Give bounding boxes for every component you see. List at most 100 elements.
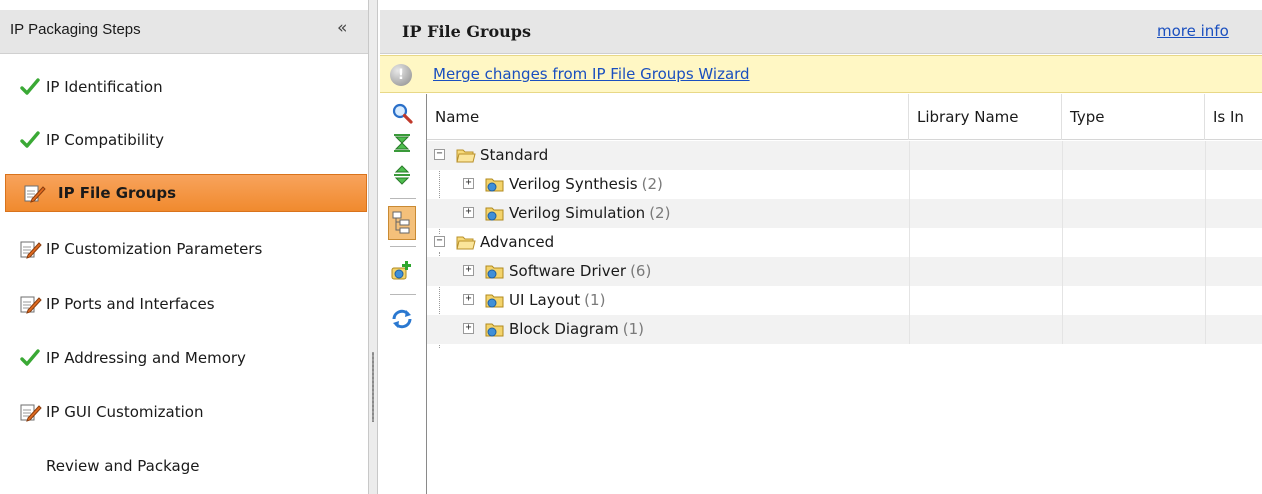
cell-separator [1062,315,1063,344]
step-ip-customization-parameters[interactable]: IP Customization Parameters [4,229,364,269]
node-count: (2) [649,204,671,222]
collapse-node-icon[interactable]: − [434,236,445,247]
column-header-library-name[interactable]: Library Name [909,94,1062,140]
checkmark-icon [20,130,40,150]
group-view-icon [392,211,410,234]
column-header-type[interactable]: Type [1062,94,1205,140]
cell-separator [909,228,910,257]
file-groups-header: IP File Groups more info [380,10,1262,54]
step-label: IP Customization Parameters [46,240,263,258]
cell-separator [1062,170,1063,199]
expand-node-icon[interactable]: + [463,323,474,334]
step-ip-addressing-and-memory[interactable]: IP Addressing and Memory [4,338,364,378]
tree-row[interactable]: + Verilog Synthesis (2) [427,170,1262,199]
step-ip-compatibility[interactable]: IP Compatibility [4,120,364,160]
toolbar-separator [390,294,416,295]
step-label: IP Identification [46,78,163,96]
panel-splitter[interactable] [368,0,378,494]
cell-separator [1205,199,1206,228]
node-name: Advanced [480,233,555,251]
collapse-panel-icon[interactable]: « [337,18,347,38]
search-button[interactable] [388,100,416,126]
group-view-button[interactable] [388,206,416,240]
add-file-group-button[interactable] [388,254,416,288]
tree-row[interactable]: − Standard [427,141,1262,170]
file-groups-table: Name Library Name Type Is In − Standard + V… [426,94,1262,494]
expand-node-icon[interactable]: + [463,178,474,189]
step-label: Review and Package [46,457,200,475]
cell-separator [909,141,910,170]
edit-pencil-icon [20,239,42,259]
node-name: Verilog Simulation [509,204,646,222]
open-folder-icon [456,234,476,251]
add-file-group-icon [391,261,411,280]
ip-file-groups-panel: IP File Groups more info ! Merge changes… [380,10,1262,494]
cell-separator [1062,228,1063,257]
toolbar-separator [390,198,416,199]
cell-separator [1205,170,1206,199]
tree-row[interactable]: + Verilog Simulation (2) [427,199,1262,228]
cell-separator [1062,141,1063,170]
steps-panel-header: IP Packaging Steps « [0,10,370,54]
collapse-all-button[interactable] [388,130,416,156]
info-icon: ! [390,64,412,86]
splitter-grip-icon[interactable] [372,352,374,422]
cell-separator [909,257,910,286]
checkmark-icon [20,77,40,97]
tree-node-label: Advanced [480,228,554,257]
edit-pencil-icon [20,402,42,422]
edit-pencil-icon [24,183,46,203]
cell-separator [1062,286,1063,315]
tree-row[interactable]: + Software Driver (6) [427,257,1262,286]
file-group-icon [485,205,505,222]
refresh-button[interactable] [388,302,416,336]
cell-separator [1205,286,1206,315]
steps-panel-title: IP Packaging Steps [10,21,141,38]
tree-node-label: Software Driver (6) [509,257,651,286]
step-label: IP Addressing and Memory [46,349,246,367]
node-name: Block Diagram [509,320,619,338]
toolbar-separator [390,246,416,247]
merge-changes-banner: ! Merge changes from IP File Groups Wiza… [380,55,1262,93]
step-ip-identification[interactable]: IP Identification [4,67,364,107]
tree-row[interactable]: + Block Diagram (1) [427,315,1262,344]
open-folder-icon [456,147,476,164]
file-group-icon [485,176,505,193]
merge-changes-link[interactable]: Merge changes from IP File Groups Wizard [433,65,750,83]
node-name: Software Driver [509,262,627,280]
table-header: Name Library Name Type Is In [427,94,1262,140]
step-review-and-package[interactable]: Review and Package [4,446,364,486]
more-info-link[interactable]: more info [1157,22,1229,40]
expand-node-icon[interactable]: + [463,294,474,305]
step-ip-gui-customization[interactable]: IP GUI Customization [4,392,364,432]
cell-separator [909,315,910,344]
file-group-icon [485,292,505,309]
file-group-icon [485,263,505,280]
step-ip-file-groups[interactable]: IP File Groups [5,174,367,212]
expand-all-button[interactable] [388,162,416,188]
node-count: (1) [622,320,644,338]
file-groups-toolbar [384,100,422,494]
node-count: (2) [641,175,663,193]
node-name: Standard [480,146,549,164]
column-header-name[interactable]: Name [427,94,909,140]
step-label: IP Ports and Interfaces [46,295,215,313]
tree-row[interactable]: + UI Layout (1) [427,286,1262,315]
tree-node-label: Verilog Synthesis (2) [509,170,663,199]
column-header-is-included[interactable]: Is In [1205,94,1262,140]
step-ip-ports-and-interfaces[interactable]: IP Ports and Interfaces [4,284,364,324]
expand-node-icon[interactable]: + [463,265,474,276]
edit-pencil-icon [20,294,42,314]
cell-separator [909,199,910,228]
node-count: (1) [584,291,606,309]
cell-separator [1205,315,1206,344]
collapse-node-icon[interactable]: − [434,149,445,160]
tree-node-label: Standard [480,141,548,170]
tree-row[interactable]: − Advanced [427,228,1262,257]
expand-node-icon[interactable]: + [463,207,474,218]
tree-node-label: Verilog Simulation (2) [509,199,670,228]
tree-node-label: Block Diagram (1) [509,315,644,344]
cell-separator [909,170,910,199]
node-count: (6) [630,262,652,280]
search-icon [392,103,413,124]
